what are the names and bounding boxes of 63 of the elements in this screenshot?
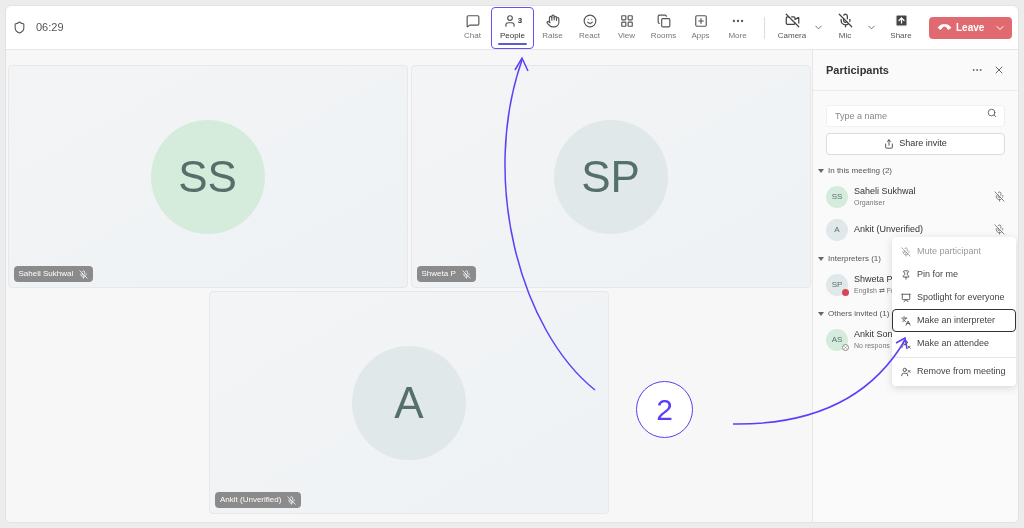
menu-item[interactable]: Make an interpreter	[892, 309, 1016, 332]
smiley-icon	[582, 13, 597, 28]
selected-underline	[498, 42, 527, 45]
avatar: SP	[553, 119, 668, 234]
avatar: SS	[826, 185, 848, 208]
menu-item[interactable]: Make an attendee	[892, 332, 1016, 355]
toolbar-button[interactable]: Rooms	[645, 6, 682, 49]
person-icon	[502, 13, 517, 28]
caret-icon	[818, 312, 824, 316]
avatar: SS	[150, 119, 265, 234]
participant-name: Shweta P	[421, 268, 456, 280]
avatar: SP	[826, 273, 848, 296]
participant-name: Shweta P	[854, 272, 893, 286]
menu-item[interactable]: Remove from meeting	[892, 360, 1016, 383]
shield-icon	[13, 21, 26, 34]
person-icon	[901, 338, 911, 349]
section-header[interactable]: Others invited (1)	[818, 308, 890, 320]
caret-icon	[818, 257, 824, 261]
device-button[interactable]: Camera	[773, 6, 811, 49]
participant-name: Ankit Son	[854, 327, 893, 341]
toolbar-button[interactable]: More	[719, 6, 756, 49]
share-icon	[884, 139, 895, 149]
chat-icon	[465, 13, 480, 28]
squares-icon	[656, 13, 671, 28]
hand-icon	[545, 13, 560, 28]
participant-name: Saheli Sukhwal	[18, 268, 74, 280]
search-icon	[987, 108, 997, 118]
toolbar-button[interactable]: 3 People	[491, 6, 534, 49]
participant-name: Saheli Sukhwal	[854, 184, 916, 198]
menu-item[interactable]: Pin for me	[892, 263, 1016, 286]
plus-square-icon	[693, 13, 708, 28]
section-header[interactable]: Interpreters (1)	[818, 253, 881, 265]
remove-person-icon	[901, 366, 911, 377]
spotlight-icon	[901, 292, 911, 303]
share-button[interactable]: Share	[883, 6, 919, 49]
caret-icon	[818, 169, 824, 173]
menu-item[interactable]: Spotlight for everyone	[892, 286, 1016, 309]
toolbar-button[interactable]: Apps	[682, 6, 719, 49]
panel-title: Participants	[826, 62, 890, 78]
pin-icon	[901, 269, 911, 280]
participant-name: Ankit (Unverified)	[220, 494, 282, 506]
share-invite-button[interactable]: Share invite	[826, 133, 1005, 155]
toolbar-button[interactable]: Chat	[454, 6, 491, 49]
participant-name: Ankit (Unverified)	[854, 222, 924, 236]
share-screen-icon	[893, 13, 909, 28]
mic-off-icon	[901, 246, 911, 257]
toolbar-button[interactable]: Raise	[534, 6, 571, 49]
avatar: AS	[826, 328, 848, 351]
mic-off-icon	[837, 13, 853, 28]
toolbar-button[interactable]: React	[571, 6, 608, 49]
count-label: 3	[517, 14, 523, 27]
section-header[interactable]: In this meeting (2)	[818, 165, 893, 177]
translate-icon	[901, 315, 911, 326]
avatar: A	[826, 218, 848, 241]
toolbar-button[interactable]: View	[608, 6, 645, 49]
meeting-timer: 06:29	[36, 20, 64, 36]
camera-off-icon	[784, 13, 800, 28]
close-icon[interactable]	[993, 64, 1005, 76]
avatar: A	[352, 345, 466, 460]
search-field[interactable]: Type a name	[826, 105, 1005, 127]
device-button[interactable]: Mic	[826, 6, 864, 49]
declined-status-icon	[842, 343, 849, 351]
grid-icon	[619, 13, 634, 28]
